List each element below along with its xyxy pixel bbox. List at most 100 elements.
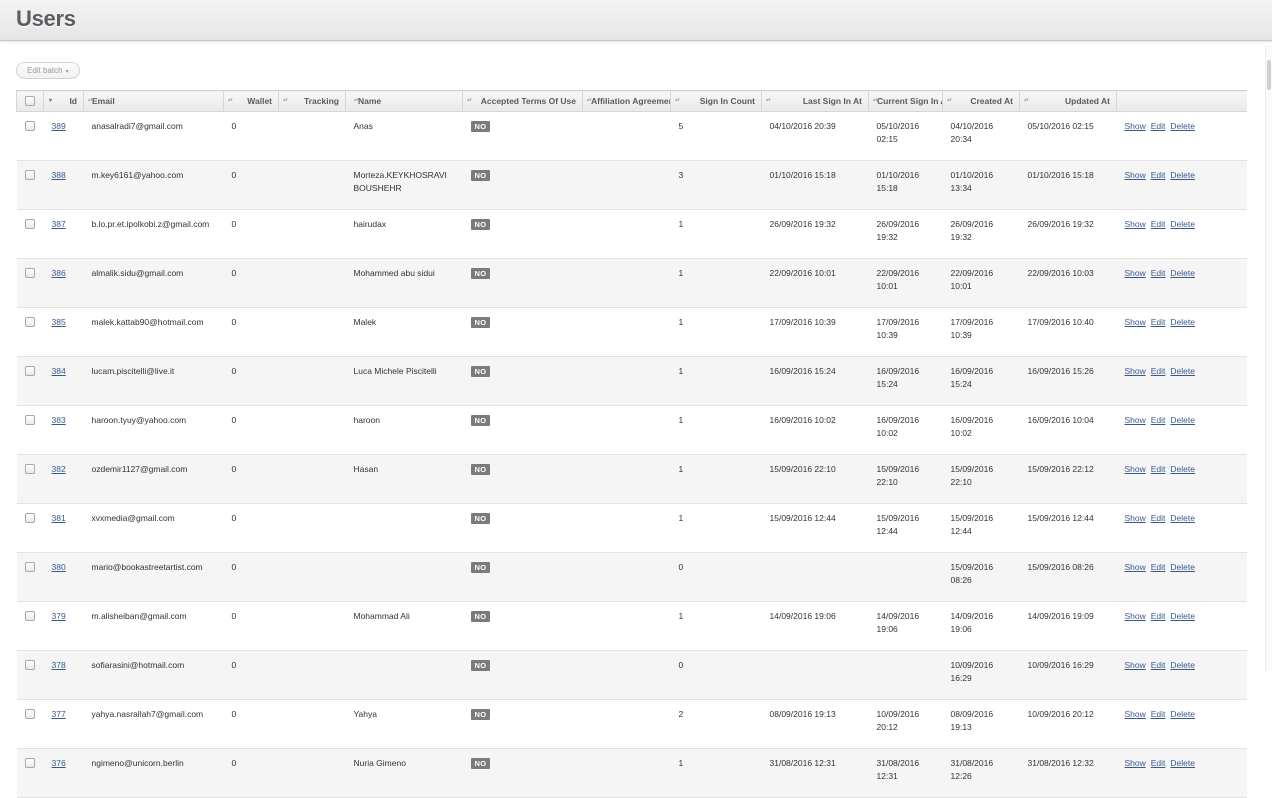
show-link[interactable]: Show — [1125, 709, 1146, 719]
title-bar: Users — [0, 0, 1272, 41]
user-id-link[interactable]: 388 — [52, 170, 66, 180]
show-link[interactable]: Show — [1125, 317, 1146, 327]
column-header-accepted-terms[interactable]: Accepted Terms Of Use — [462, 90, 583, 112]
user-id-link[interactable]: 380 — [52, 562, 66, 572]
row-checkbox[interactable] — [24, 121, 35, 131]
delete-link[interactable]: Delete — [1170, 268, 1195, 278]
edit-link[interactable]: Edit — [1151, 317, 1166, 327]
edit-link[interactable]: Edit — [1151, 709, 1166, 719]
edit-link[interactable]: Edit — [1151, 170, 1166, 180]
user-id-link[interactable]: 379 — [52, 611, 66, 621]
delete-link[interactable]: Delete — [1170, 758, 1195, 768]
column-header-affiliation[interactable]: Affiliation Agreement — [582, 90, 671, 112]
delete-link[interactable]: Delete — [1170, 709, 1195, 719]
cell-accepted-terms: NO — [462, 307, 583, 357]
edit-batch-dropdown[interactable]: Edit batch ▾ — [16, 62, 80, 79]
edit-link[interactable]: Edit — [1151, 415, 1166, 425]
cell-name: Luca Michele Piscitelli — [345, 356, 463, 406]
column-header-wallet[interactable]: Wallet — [223, 90, 279, 112]
cell-name: Hasan — [345, 454, 463, 504]
user-id-link[interactable]: 389 — [52, 121, 66, 131]
user-id-link[interactable]: 385 — [52, 317, 66, 327]
page-title: Users — [16, 6, 76, 31]
user-id-link[interactable]: 377 — [52, 709, 66, 719]
column-header-current-sign-in[interactable]: Current Sign In At — [868, 90, 943, 112]
delete-link[interactable]: Delete — [1170, 170, 1195, 180]
edit-link[interactable]: Edit — [1151, 268, 1166, 278]
row-checkbox[interactable] — [24, 317, 35, 327]
edit-link[interactable]: Edit — [1151, 121, 1166, 131]
row-checkbox[interactable] — [24, 611, 35, 621]
user-id-link[interactable]: 378 — [52, 660, 66, 670]
show-link[interactable]: Show — [1125, 121, 1146, 131]
delete-link[interactable]: Delete — [1170, 513, 1195, 523]
cell-id: 379 — [43, 601, 84, 651]
user-id-link[interactable]: 376 — [52, 758, 66, 768]
show-link[interactable]: Show — [1125, 758, 1146, 768]
delete-link[interactable]: Delete — [1170, 219, 1195, 229]
user-id-link[interactable]: 383 — [52, 415, 66, 425]
delete-link[interactable]: Delete — [1170, 562, 1195, 572]
show-link[interactable]: Show — [1125, 513, 1146, 523]
row-checkbox[interactable] — [24, 219, 35, 229]
show-link[interactable]: Show — [1125, 562, 1146, 572]
terms-status-badge: NO — [470, 660, 491, 671]
column-header-name[interactable]: Name — [345, 90, 463, 112]
row-checkbox[interactable] — [24, 562, 35, 572]
show-link[interactable]: Show — [1125, 219, 1146, 229]
column-header-id[interactable]: Id — [43, 90, 84, 112]
delete-link[interactable]: Delete — [1170, 121, 1195, 131]
column-header-sign-in-count[interactable]: Sign In Count — [670, 90, 762, 112]
row-checkbox[interactable] — [24, 268, 35, 278]
column-header-last-sign-in[interactable]: Last Sign In At — [761, 90, 869, 112]
edit-link[interactable]: Edit — [1151, 219, 1166, 229]
edit-link[interactable]: Edit — [1151, 464, 1166, 474]
row-checkbox[interactable] — [24, 464, 35, 474]
row-checkbox[interactable] — [24, 366, 35, 376]
show-link[interactable]: Show — [1125, 464, 1146, 474]
row-checkbox[interactable] — [24, 758, 35, 768]
row-checkbox[interactable] — [24, 709, 35, 719]
scrollbar-track[interactable] — [1265, 45, 1272, 671]
show-link[interactable]: Show — [1125, 366, 1146, 376]
edit-link[interactable]: Edit — [1151, 660, 1166, 670]
delete-link[interactable]: Delete — [1170, 660, 1195, 670]
cell-actions: Show Edit Delete — [1116, 699, 1247, 749]
edit-link[interactable]: Edit — [1151, 513, 1166, 523]
delete-link[interactable]: Delete — [1170, 366, 1195, 376]
delete-link[interactable]: Delete — [1170, 415, 1195, 425]
table-row: 386 almalik.sidu@gmail.com 0 Mohammed ab… — [16, 258, 1247, 308]
delete-link[interactable]: Delete — [1170, 464, 1195, 474]
cell-tracking — [278, 160, 346, 210]
edit-link[interactable]: Edit — [1151, 611, 1166, 621]
user-id-link[interactable]: 382 — [52, 464, 66, 474]
delete-link[interactable]: Delete — [1170, 317, 1195, 327]
user-id-link[interactable]: 384 — [52, 366, 66, 376]
show-link[interactable]: Show — [1125, 170, 1146, 180]
row-checkbox[interactable] — [24, 513, 35, 523]
edit-link[interactable]: Edit — [1151, 562, 1166, 572]
column-header-created-at[interactable]: Created At — [942, 90, 1020, 112]
scrollbar-thumb[interactable] — [1267, 60, 1271, 90]
row-checkbox[interactable] — [24, 415, 35, 425]
cell-created-at: 15/09/2016 08:26 — [942, 552, 1020, 602]
show-link[interactable]: Show — [1125, 611, 1146, 621]
user-id-link[interactable]: 386 — [52, 268, 66, 278]
select-all-checkbox[interactable] — [25, 95, 35, 106]
row-checkbox[interactable] — [24, 170, 35, 180]
user-id-link[interactable]: 387 — [52, 219, 66, 229]
column-header-updated-at[interactable]: Updated At — [1019, 90, 1117, 112]
edit-link[interactable]: Edit — [1151, 366, 1166, 376]
user-id-link[interactable]: 381 — [52, 513, 66, 523]
cell-email: b.lo.pr.et.ipolkobi.z@gmail.com — [83, 209, 224, 259]
cell-current-sign-in: 05/10/2016 02:15 — [868, 111, 943, 161]
column-header-email[interactable]: Email — [83, 90, 224, 112]
show-link[interactable]: Show — [1125, 660, 1146, 670]
edit-link[interactable]: Edit — [1151, 758, 1166, 768]
table-body: 389 anasalradi7@gmail.com 0 Anas NO 5 04… — [16, 111, 1247, 798]
show-link[interactable]: Show — [1125, 268, 1146, 278]
column-header-tracking[interactable]: Tracking — [278, 90, 346, 112]
show-link[interactable]: Show — [1125, 415, 1146, 425]
row-checkbox[interactable] — [24, 660, 35, 670]
delete-link[interactable]: Delete — [1170, 611, 1195, 621]
